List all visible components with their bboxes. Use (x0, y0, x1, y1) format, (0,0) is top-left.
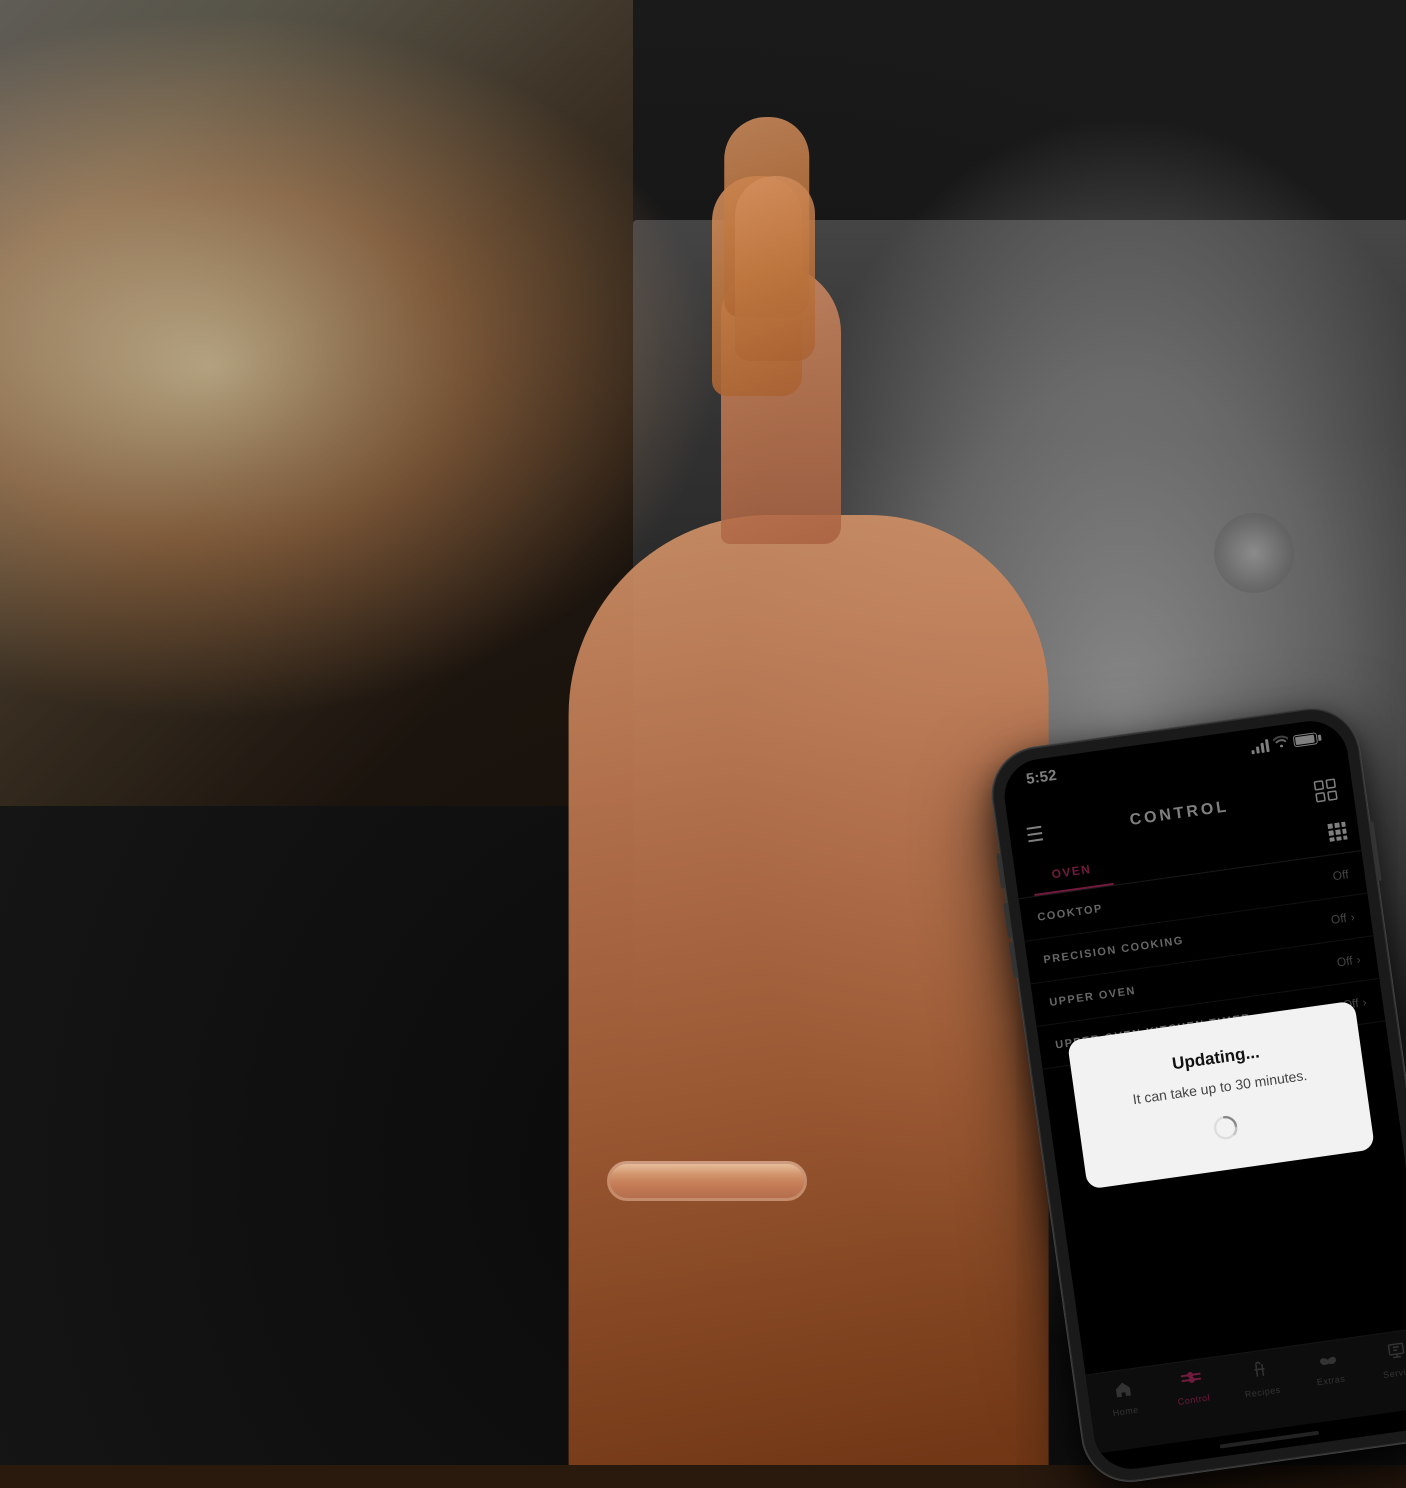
phone-frame: 5:52 (986, 703, 1406, 1487)
modal-title: Updating... (1171, 1043, 1261, 1075)
menu-list: COOKTOP Off PRECISION COOKING Off › (1019, 851, 1406, 1374)
updating-modal: Updating... It can take up to 30 minutes… (1067, 1001, 1375, 1189)
app-content: ☰ CONTROL (1006, 760, 1406, 1474)
modal-subtitle: It can take up to 30 minutes. (1132, 1066, 1309, 1110)
modal-overlay: Updating... It can take up to 30 minutes… (1019, 851, 1406, 1374)
bracelet-shine (607, 1161, 807, 1201)
finger-ring (735, 176, 815, 361)
phone-screen: 5:52 (1000, 716, 1406, 1473)
loading-spinner (1210, 1112, 1242, 1144)
